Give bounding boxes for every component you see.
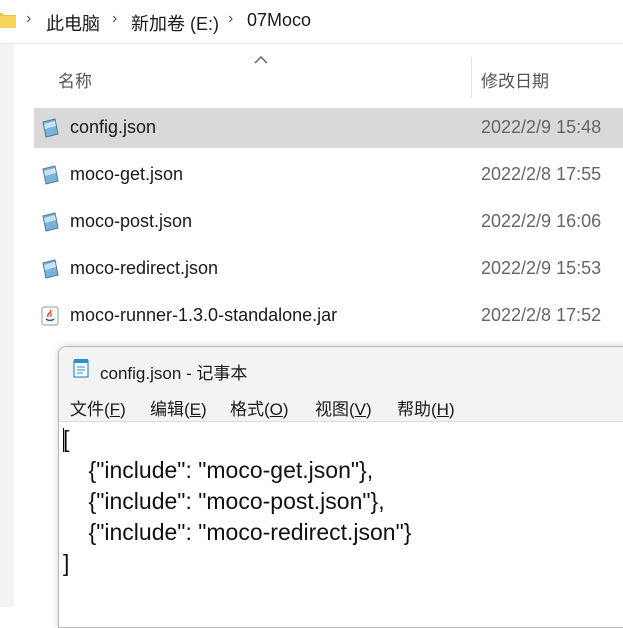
menu-edit[interactable]: 编辑(E)	[150, 395, 207, 420]
folder-icon	[0, 13, 16, 28]
notepad-icon	[73, 359, 89, 378]
menu-accelerator: E	[189, 400, 202, 419]
json-file-icon	[42, 165, 59, 185]
notepad-window[interactable]: config.json - 记事本 文件(F) 编辑(E) 格式(O) 视图(V…	[58, 346, 623, 628]
breadcrumb-separator: ›	[228, 10, 234, 27]
notepad-menu-bar: 文件(F) 编辑(E) 格式(O) 视图(V) 帮助(H)	[59, 389, 623, 422]
menu-accelerator: F	[109, 400, 121, 419]
json-file-icon	[42, 212, 59, 232]
breadcrumb-item-drive[interactable]: 新加卷 (E:)	[131, 10, 219, 36]
json-file-icon	[42, 118, 59, 138]
file-row-moco-get-json[interactable]: moco-get.json 2022/2/8 17:55	[34, 155, 623, 195]
address-bar[interactable]: › 此电脑 › 新加卷 (E:) › 07Moco	[0, 0, 623, 44]
sort-ascending-icon	[254, 55, 268, 64]
menu-file[interactable]: 文件(F)	[70, 395, 126, 420]
breadcrumb-item-this-pc[interactable]: 此电脑	[46, 10, 100, 36]
menu-label: 格式	[230, 400, 264, 419]
file-modified-date: 2022/2/8 17:52	[481, 305, 602, 325]
text-line: ]	[63, 550, 70, 576]
file-name: config.json	[70, 117, 157, 137]
menu-help[interactable]: 帮助(H)	[397, 395, 455, 420]
file-name: moco-get.json	[70, 164, 184, 184]
java-jar-icon	[41, 306, 59, 326]
menu-label: 文件	[70, 400, 104, 419]
file-modified-date: 2022/2/9 15:53	[481, 258, 602, 278]
breadcrumb-item-folder[interactable]: 07Moco	[247, 10, 311, 31]
file-name: moco-post.json	[70, 211, 193, 231]
file-modified-date: 2022/2/8 17:55	[481, 164, 602, 184]
menu-accelerator: H	[436, 400, 449, 419]
file-row-moco-redirect-json[interactable]: moco-redirect.json 2022/2/9 15:53	[34, 249, 623, 289]
notepad-title: config.json - 记事本	[100, 364, 248, 383]
file-row-moco-runner-jar[interactable]: moco-runner-1.3.0-standalone.jar 2022/2/…	[34, 296, 623, 336]
file-name: moco-runner-1.3.0-standalone.jar	[70, 305, 338, 325]
navigation-pane[interactable]	[0, 44, 14, 607]
menu-view[interactable]: 视图(V)	[315, 395, 372, 420]
notepad-text-area[interactable]: [ {"include": "moco-get.json"}, {"includ…	[59, 422, 623, 627]
text-line: [	[63, 426, 70, 452]
column-header-name[interactable]: 名称	[58, 67, 92, 92]
menu-format[interactable]: 格式(O)	[230, 395, 289, 420]
menu-label: 编辑	[150, 400, 184, 419]
menu-label: 视图	[315, 400, 349, 419]
file-name: moco-redirect.json	[70, 258, 219, 278]
notepad-title-bar[interactable]: config.json - 记事本	[59, 347, 623, 389]
file-modified-date: 2022/2/9 16:06	[481, 211, 602, 231]
file-row-moco-post-json[interactable]: moco-post.json 2022/2/9 16:06	[34, 202, 623, 242]
menu-accelerator: V	[354, 400, 367, 419]
menu-label: 帮助	[397, 400, 431, 419]
json-file-icon	[42, 259, 59, 279]
breadcrumb-separator: ›	[26, 10, 32, 27]
breadcrumb-separator: ›	[112, 10, 118, 27]
column-header-modified[interactable]: 修改日期	[481, 67, 549, 92]
text-line: {"include": "moco-redirect.json"}	[63, 519, 412, 545]
column-divider[interactable]	[471, 58, 472, 98]
file-row-config-json[interactable]: config.json 2022/2/9 15:48	[34, 108, 623, 148]
text-line: {"include": "moco-get.json"},	[63, 457, 374, 483]
text-line: {"include": "moco-post.json"},	[63, 488, 385, 514]
file-modified-date: 2022/2/9 15:48	[481, 117, 602, 137]
menu-accelerator: O	[269, 400, 283, 419]
